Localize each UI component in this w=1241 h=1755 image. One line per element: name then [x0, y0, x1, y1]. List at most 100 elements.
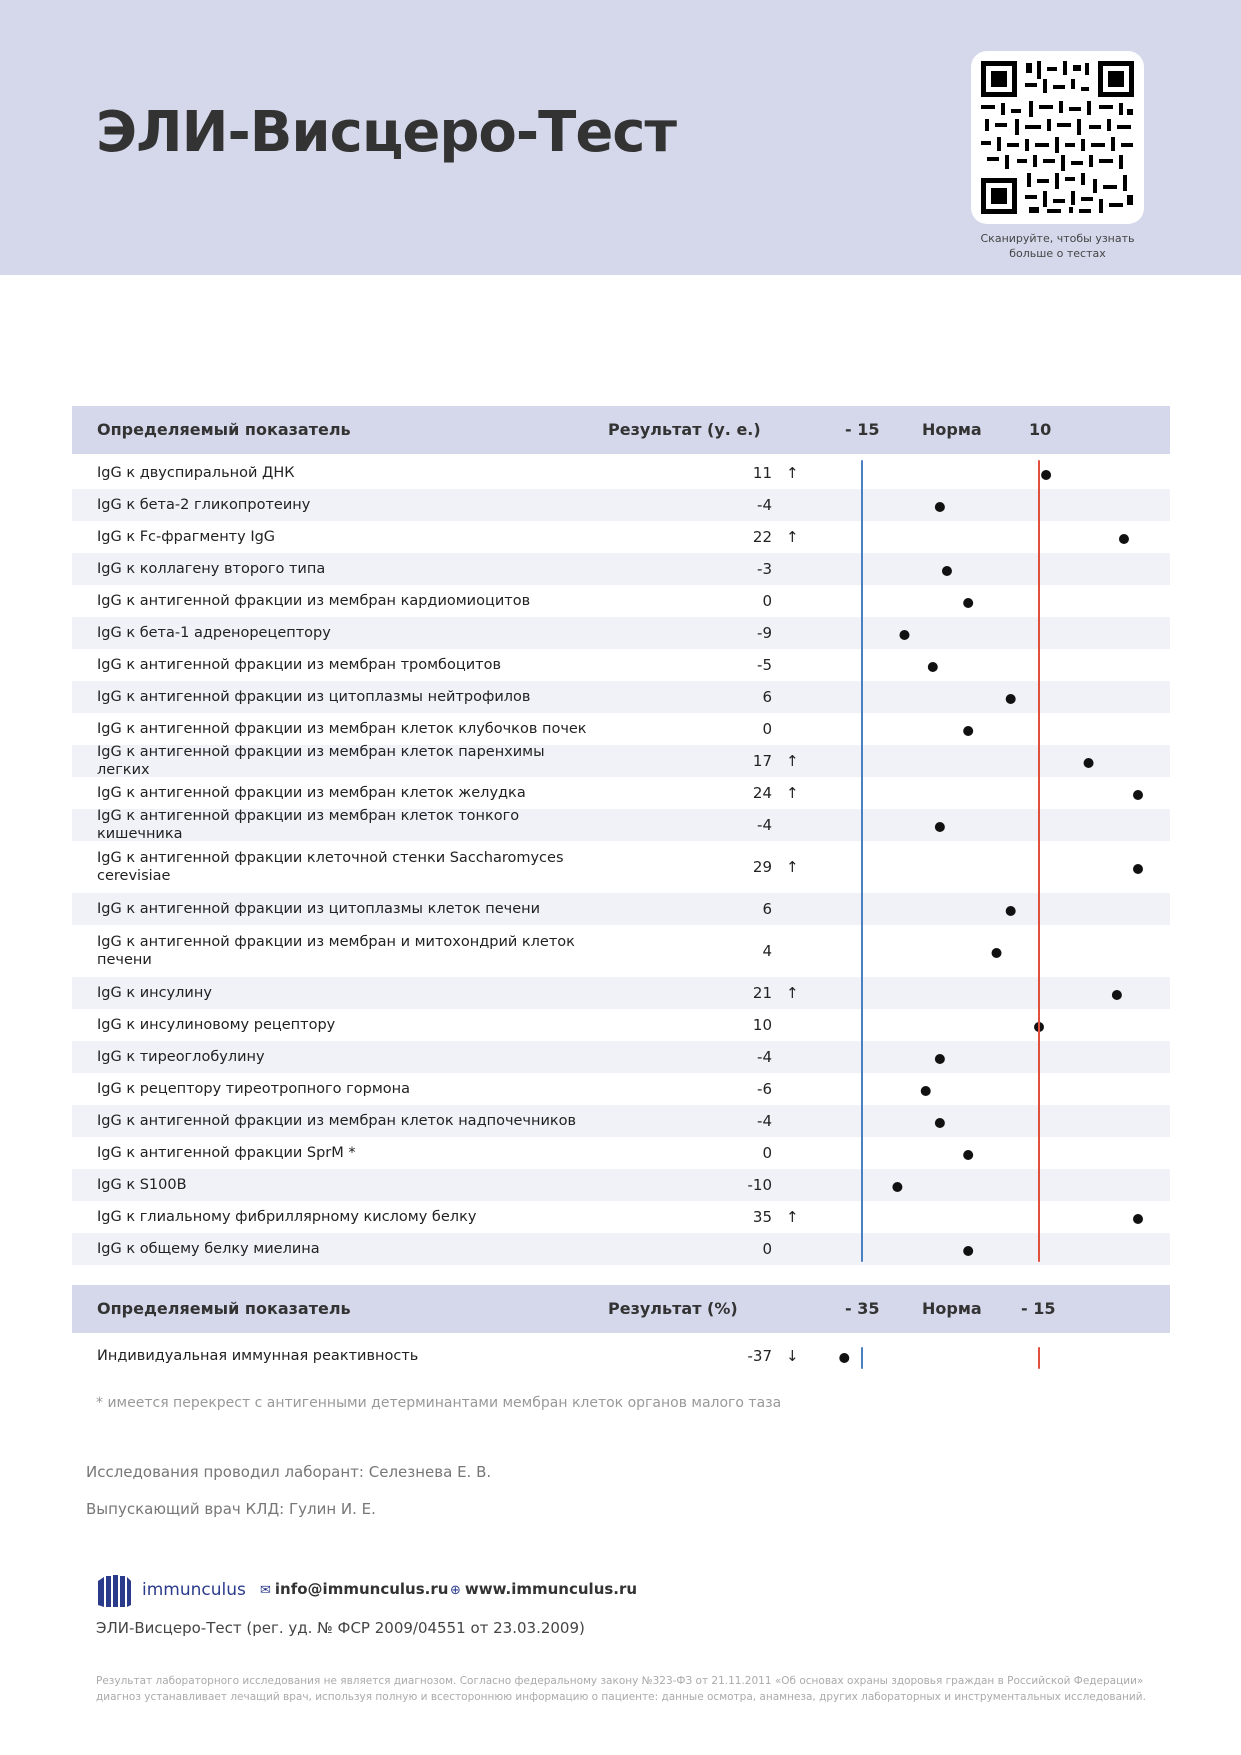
- table-row: Индивидуальная иммунная реактивность -37 ↓: [72, 1334, 1170, 1378]
- indicator-name: IgG к антигенной фракции из мембран клет…: [97, 808, 520, 842]
- indicator-name: IgG к бета-2 гликопротеину: [97, 497, 311, 513]
- indicator-name: IgG к антигенной фракции из мембран клет…: [97, 1113, 577, 1129]
- indicator-name: IgG к антигенной фракции из цитоплазмы н…: [97, 689, 531, 705]
- arrow-up-icon: ↑: [786, 984, 799, 1002]
- table-row: IgG к антигенной фракции из цитоплазмы к…: [72, 893, 1170, 925]
- lab-assistant: Исследования проводил лаборант: Селезнев…: [86, 1463, 492, 1481]
- footnote: * имеется перекрест с антигенными детерм…: [96, 1395, 782, 1411]
- indicator-name: IgG к антигенной фракции из мембран клет…: [97, 744, 545, 778]
- table-row: IgG к антигенной фракции SprM * 0: [72, 1137, 1170, 1169]
- table-row: IgG к антигенной фракции из мембран клет…: [72, 713, 1170, 745]
- table2-col-low: - 35: [845, 1299, 880, 1318]
- table2-col-high: - 15: [1021, 1299, 1056, 1318]
- table-row: IgG к антигенной фракции из мембран клет…: [72, 1105, 1170, 1137]
- qr-caption: Сканируйте, чтобы узнать больше о тестах: [980, 232, 1135, 260]
- arrow-up-icon: ↑: [786, 464, 799, 482]
- indicator-name: IgG к антигенной фракции SprM *: [97, 1145, 356, 1161]
- result-value: 24: [752, 784, 772, 802]
- arrow-up-icon: ↑: [786, 858, 799, 876]
- indicator-name: IgG к тиреоглобулину: [97, 1049, 265, 1065]
- result-value: 0: [762, 1240, 772, 1258]
- result-value: -4: [757, 816, 772, 834]
- brand-name: immunculus: [142, 1580, 246, 1600]
- result-value: 6: [762, 900, 772, 918]
- table-row: IgG к общему белку миелина 0: [72, 1233, 1170, 1265]
- result-value: 4: [762, 942, 772, 960]
- table-row: IgG к бета-1 адренорецептору -9: [72, 617, 1170, 649]
- table-row: IgG к антигенной фракции из мембран клет…: [72, 808, 1170, 842]
- table-row: IgG к коллагену второго типа -3: [72, 553, 1170, 585]
- table1-col-result: Результат (у. е.): [608, 420, 761, 439]
- table-row: IgG к инсулиновому рецептору 10: [72, 1009, 1170, 1041]
- indicator-name: IgG к S100B: [97, 1177, 187, 1193]
- result-value: -4: [757, 1112, 772, 1130]
- table2-col-indicator: Определяемый показатель: [97, 1299, 351, 1318]
- email-link[interactable]: ✉ info@immunculus.ru: [260, 1580, 448, 1598]
- result-value: -4: [757, 1048, 772, 1066]
- table1-col-indicator: Определяемый показатель: [97, 420, 351, 439]
- result-value: -4: [757, 496, 772, 514]
- doctor: Выпускающий врач КЛД: Гулин И. Е.: [86, 1500, 376, 1518]
- registration-info: ЭЛИ-Висцеро-Тест (рег. уд. № ФСР 2009/04…: [96, 1619, 585, 1637]
- result-value: 22: [752, 528, 772, 546]
- website-link[interactable]: ⊕ www.immunculus.ru: [450, 1580, 637, 1598]
- indicator-name: IgG к антигенной фракции из мембран и ми…: [97, 934, 575, 968]
- indicator-name: IgG к антигенной фракции из мембран тром…: [97, 657, 501, 673]
- result-value: 11: [752, 464, 772, 482]
- email-text: info@immunculus.ru: [274, 1580, 449, 1598]
- result-value: 0: [762, 720, 772, 738]
- result-value: 0: [762, 592, 772, 610]
- result-value: 17: [752, 752, 772, 770]
- table1-col-norm: Норма: [922, 420, 982, 439]
- website-text: www.immunculus.ru: [464, 1580, 638, 1598]
- table-row: IgG к антигенной фракции из мембран и ми…: [72, 925, 1170, 977]
- result-value: -37: [747, 1347, 773, 1365]
- result-value: -9: [757, 624, 772, 642]
- result-value: 21: [752, 984, 772, 1002]
- table-row: IgG к рецептору тиреотропного гормона -6: [72, 1073, 1170, 1105]
- table-row: IgG к Fc-фрагменту IgG 22 ↑: [72, 521, 1170, 553]
- table-row: IgG к антигенной фракции из мембран клет…: [72, 744, 1170, 778]
- indicator-name: IgG к рецептору тиреотропного гормона: [97, 1081, 410, 1097]
- table-row: IgG к антигенной фракции из мембран тром…: [72, 649, 1170, 681]
- report-title: ЭЛИ-Висцеро-Тест: [96, 100, 677, 165]
- indicator-name: IgG к инсулину: [97, 985, 212, 1001]
- report-header: ЭЛИ-Висцеро-Тест Сканируйте, чтобы узнат…: [0, 0, 1241, 275]
- table2-col-norm: Норма: [922, 1299, 982, 1318]
- indicator-name: IgG к антигенной фракции из мембран клет…: [97, 785, 526, 801]
- table-row: IgG к антигенной фракции из мембран кард…: [72, 585, 1170, 617]
- table-row: IgG к S100B -10: [72, 1169, 1170, 1201]
- result-value: 10: [752, 1016, 772, 1034]
- result-value: -10: [747, 1176, 773, 1194]
- indicator-name: IgG к двуспиральной ДНК: [97, 465, 295, 481]
- qr-code[interactable]: [971, 51, 1144, 224]
- result-value: -6: [757, 1080, 772, 1098]
- indicator-name: IgG к бета-1 адренорецептору: [97, 625, 331, 641]
- indicator-name: IgG к общему белку миелина: [97, 1241, 320, 1257]
- indicator-name: IgG к Fc-фрагменту IgG: [97, 529, 276, 545]
- indicator-name: IgG к антигенной фракции из мембран клет…: [97, 721, 587, 737]
- disclaimer: Результат лабораторного исследования не …: [96, 1675, 1146, 1703]
- indicator-name: IgG к глиальному фибриллярному кислому б…: [97, 1209, 477, 1225]
- immunculus-logo-icon: [98, 1575, 131, 1607]
- indicator-name: IgG к антигенной фракции из мембран кард…: [97, 593, 531, 609]
- table2-col-result: Результат (%): [608, 1299, 738, 1318]
- table-row: IgG к двуспиральной ДНК 11 ↑: [72, 457, 1170, 489]
- table-row: IgG к антигенной фракции из цитоплазмы н…: [72, 681, 1170, 713]
- indicator-name: IgG к коллагену второго типа: [97, 561, 326, 577]
- arrow-up-icon: ↑: [786, 1208, 799, 1226]
- result-value: 35: [752, 1208, 772, 1226]
- table-row: IgG к тиреоглобулину -4: [72, 1041, 1170, 1073]
- indicator-name: Индивидуальная иммунная реактивность: [97, 1348, 419, 1364]
- table-row: IgG к инсулину 21 ↑: [72, 977, 1170, 1009]
- result-value: 29: [752, 858, 772, 876]
- globe-icon: ⊕: [450, 1583, 461, 1598]
- result-value: 6: [762, 688, 772, 706]
- indicator-name: IgG к инсулиновому рецептору: [97, 1017, 336, 1033]
- table-row: IgG к антигенной фракции из мембран клет…: [72, 777, 1170, 809]
- arrow-up-icon: ↑: [786, 752, 799, 770]
- table-row: IgG к бета-2 гликопротеину -4: [72, 489, 1170, 521]
- result-value: -5: [757, 656, 772, 674]
- mail-icon: ✉: [260, 1583, 271, 1598]
- indicator-name: IgG к антигенной фракции из цитоплазмы к…: [97, 901, 541, 917]
